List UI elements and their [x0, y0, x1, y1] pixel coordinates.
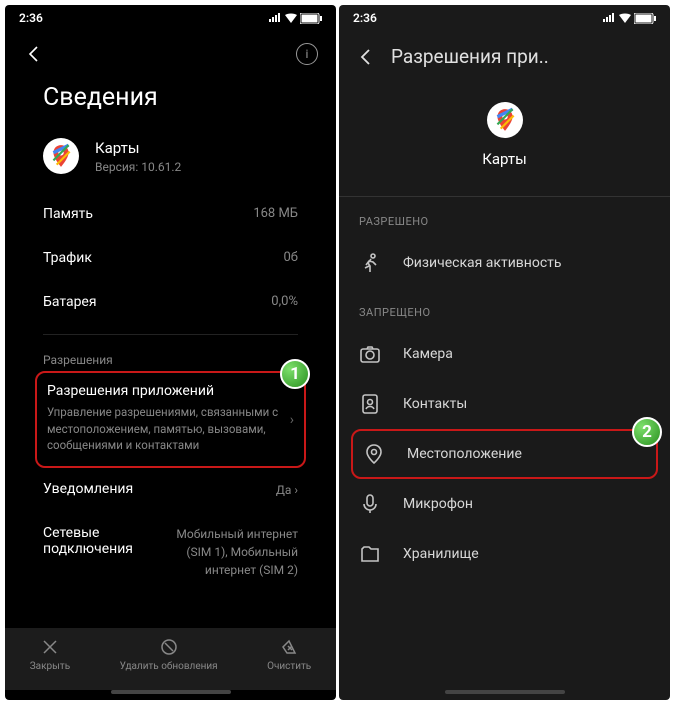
chevron-right-icon: ›: [290, 412, 294, 428]
app-permissions-row[interactable]: 1 Разрешения приложений Управление разре…: [35, 371, 306, 468]
app-name: Карты: [482, 150, 527, 168]
page-title: Сведения: [5, 77, 336, 132]
row-memory[interactable]: Память168 МБ: [5, 192, 336, 236]
bottom-bar: Закрыть Удалить обновления Очистить: [5, 628, 336, 690]
status-bar: 2:36: [339, 5, 670, 31]
perm-activity[interactable]: Физическая активность: [339, 238, 670, 288]
perm-contacts[interactable]: Контакты: [339, 379, 670, 429]
section-denied: ЗАПРЕЩЕНО: [339, 288, 670, 329]
perm-microphone[interactable]: Микрофон: [339, 479, 670, 529]
uninstall-updates-button[interactable]: Удалить обновления: [120, 638, 218, 672]
screen-left: 2:36 i Сведения Карты Версия: 10.61.2 Па…: [5, 5, 336, 700]
clear-button[interactable]: Очистить: [267, 638, 311, 672]
app-version: Версия: 10.61.2: [95, 160, 181, 174]
clock: 2:36: [353, 11, 377, 25]
status-bar: 2:36: [5, 5, 336, 31]
perm-storage[interactable]: Хранилище: [339, 529, 670, 579]
status-icons: [268, 11, 322, 25]
callout-badge-2: 2: [632, 417, 662, 447]
top-bar: Разрешения при..: [339, 31, 670, 82]
app-header: Карты: [339, 82, 670, 197]
screen-right: 2:36 Разрешения при.. Карты РАЗРЕШЕНО Фи…: [339, 5, 670, 700]
status-icons: [602, 11, 656, 25]
page-title: Разрешения при..: [391, 45, 598, 68]
top-bar: i: [5, 31, 336, 77]
section-allowed: РАЗРЕШЕНО: [339, 197, 670, 238]
info-icon[interactable]: i: [296, 43, 318, 65]
back-button[interactable]: [355, 47, 375, 67]
maps-icon: [43, 138, 79, 174]
clock: 2:36: [19, 11, 43, 25]
row-network[interactable]: Сетевые подключенияМобильный интернет (S…: [5, 512, 336, 592]
row-battery[interactable]: Батарея0,0%: [5, 280, 336, 324]
back-button[interactable]: [23, 44, 43, 64]
close-button[interactable]: Закрыть: [30, 638, 70, 672]
callout-badge-1: 1: [280, 359, 310, 389]
app-header: Карты Версия: 10.61.2: [5, 132, 336, 192]
home-indicator: [111, 690, 231, 694]
row-notifications[interactable]: УведомленияДа ›: [5, 468, 336, 512]
home-indicator: [445, 690, 565, 694]
perm-location[interactable]: 2 Местоположение: [351, 429, 658, 479]
perm-camera[interactable]: Камера: [339, 329, 670, 379]
divider: [43, 334, 298, 335]
maps-icon: [487, 102, 523, 138]
app-name: Карты: [95, 139, 181, 157]
row-traffic[interactable]: Трафик0б: [5, 236, 336, 280]
